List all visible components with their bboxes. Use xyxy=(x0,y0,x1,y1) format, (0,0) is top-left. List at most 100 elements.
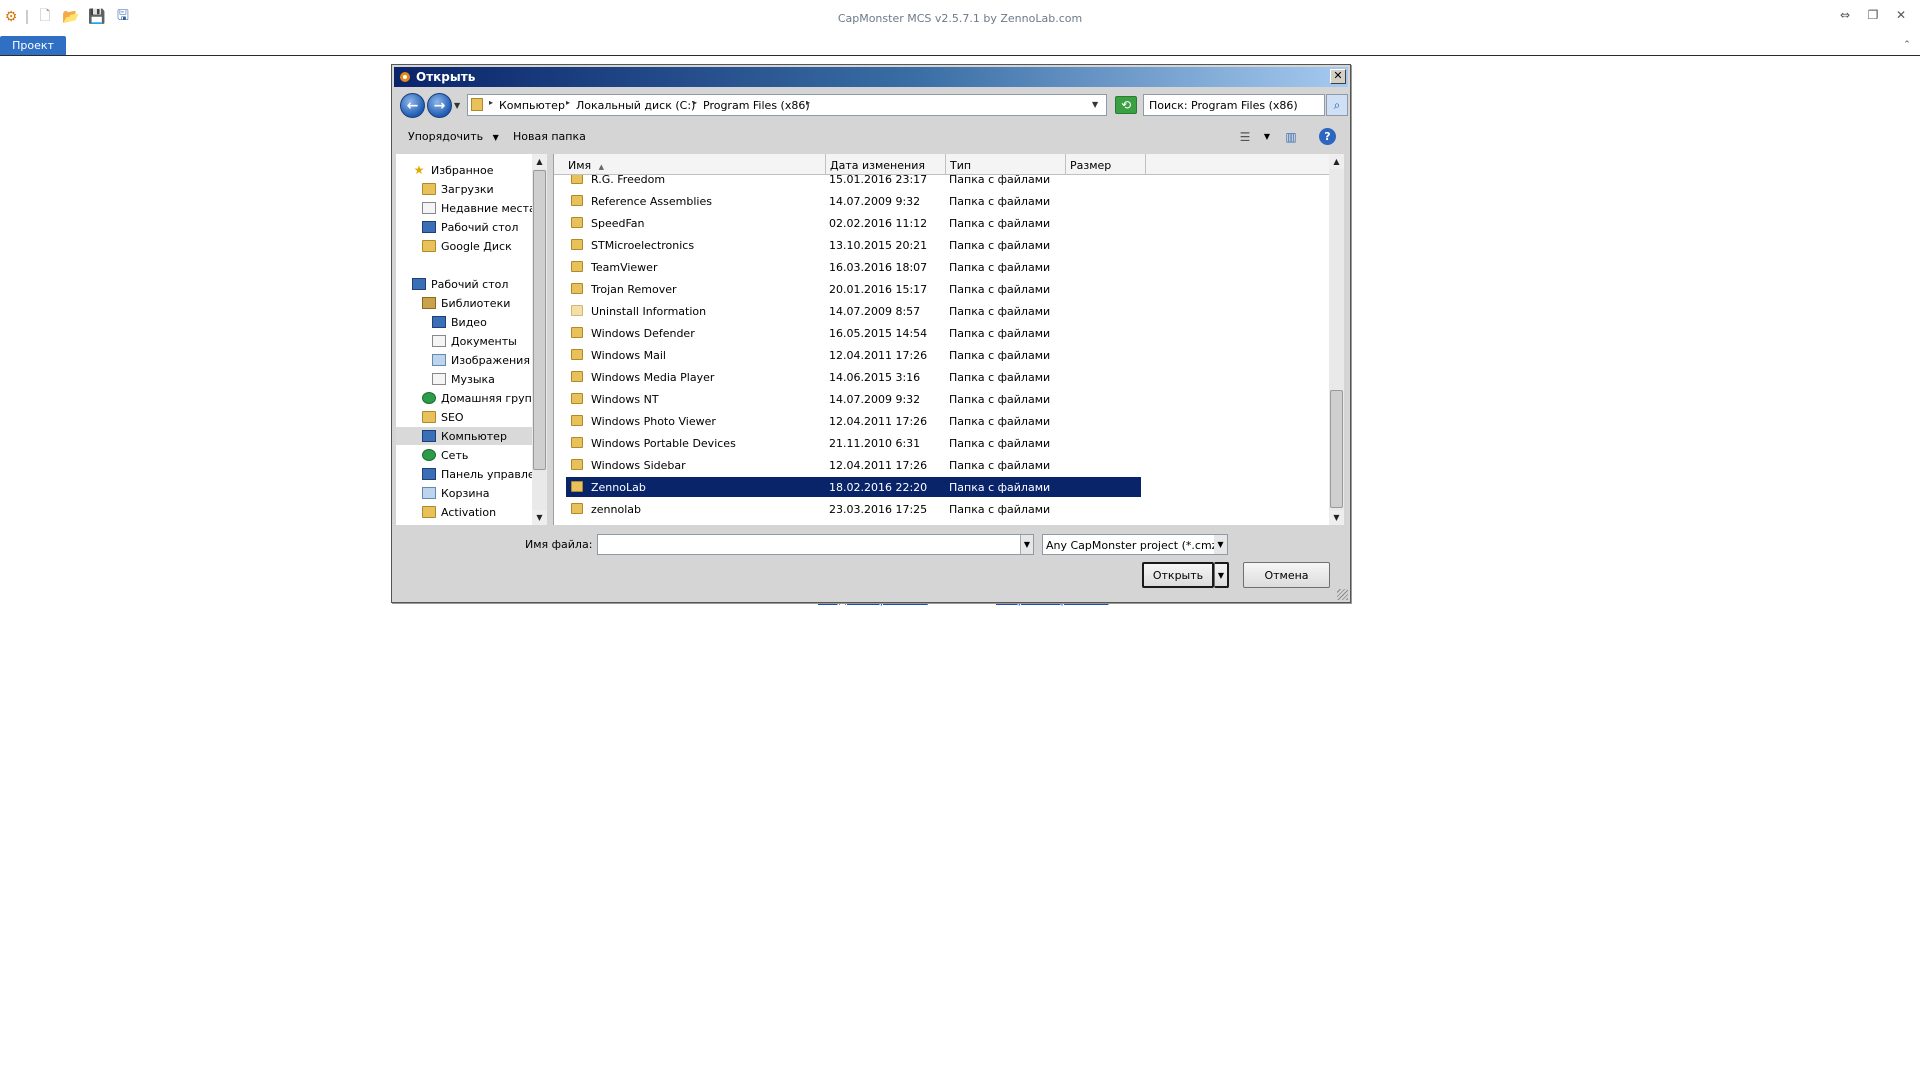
app-title: CapMonster MCS v2.5.7.1 by ZennoLab.com xyxy=(837,12,1083,25)
nav-google-drive[interactable]: Google Диск xyxy=(422,237,512,255)
minimize-icon[interactable]: ⇔ xyxy=(1836,6,1854,24)
scroll-up-icon[interactable]: ▲ xyxy=(1329,154,1344,169)
resize-grip[interactable] xyxy=(1337,589,1348,600)
history-dropdown-icon[interactable]: ▼ xyxy=(454,101,460,110)
file-type: Папка с файлами xyxy=(949,239,1051,252)
address-bar[interactable]: ▸ Компьютер ▸ Локальный диск (C:) ▸ Prog… xyxy=(467,94,1107,116)
nav-seo[interactable]: SEO xyxy=(422,408,464,426)
file-date: 13.10.2015 20:21 xyxy=(829,239,928,252)
nav-favorites[interactable]: ★ Избранное xyxy=(412,161,494,179)
file-row[interactable]: Windows Mail 12.04.2011 17:26 Папка с файл… xyxy=(566,345,1141,365)
search-icon[interactable]: ⌕ xyxy=(1326,94,1348,116)
nav-desktop[interactable]: Рабочий стол xyxy=(412,275,508,293)
file-row[interactable]: Windows NT 14.07.2009 9:32 Папка с файлами xyxy=(566,389,1141,409)
open-button[interactable]: Открыть xyxy=(1142,562,1214,588)
breadcrumb-program-files[interactable]: Program Files (x86) xyxy=(703,99,810,112)
file-row[interactable]: Reference Assemblies 14.07.2009 9:32 Папка… xyxy=(566,191,1141,211)
nav-libraries[interactable]: Библиотеки xyxy=(422,294,510,312)
nav-recent-places[interactable]: Недавние места xyxy=(422,199,532,217)
refresh-button[interactable]: ⟲ xyxy=(1115,96,1137,114)
scroll-up-icon[interactable]: ▲ xyxy=(532,154,547,169)
cancel-button[interactable]: Отмена xyxy=(1243,562,1330,588)
breadcrumb-local-disk[interactable]: Локальный диск (C:) xyxy=(576,99,695,112)
nav-label: Корзина xyxy=(441,486,490,500)
folder-icon xyxy=(571,371,583,382)
nav-network[interactable]: Сеть xyxy=(422,446,468,464)
scroll-thumb[interactable] xyxy=(533,170,546,470)
file-row[interactable]: SpeedFan 02.02.2016 11:12 Папка с файлами xyxy=(566,213,1141,233)
file-row[interactable]: Windows Media Player 14.06.2015 3:16 Папка… xyxy=(566,367,1141,387)
nav-downloads[interactable]: Загрузки xyxy=(422,180,494,198)
column-date[interactable]: Дата изменения xyxy=(826,154,946,175)
nav-control-panel[interactable]: Панель управления xyxy=(422,465,532,483)
file-date: 23.03.2016 17:25 xyxy=(829,503,928,516)
filename-input[interactable] xyxy=(597,534,1034,555)
help-icon[interactable]: ? xyxy=(1319,128,1336,145)
column-size[interactable]: Размер xyxy=(1066,154,1146,175)
file-row[interactable]: Trojan Remover 20.01.2016 15:17 Папка с фа… xyxy=(566,279,1141,299)
view-options-icon[interactable]: ☰ xyxy=(1236,128,1254,146)
scroll-thumb[interactable] xyxy=(1330,390,1343,508)
folder-icon xyxy=(571,175,583,184)
file-row[interactable]: zennolab 23.03.2016 17:25 Папка с файлами xyxy=(566,499,1141,519)
chevron-right-icon[interactable]: ▸ xyxy=(489,98,493,107)
column-type[interactable]: Тип xyxy=(946,154,1066,175)
folder-icon xyxy=(571,437,583,448)
forward-button[interactable]: → xyxy=(427,93,452,118)
organize-button[interactable]: Упорядочить ▼ xyxy=(408,130,499,143)
new-folder-button[interactable]: Новая папка xyxy=(513,130,586,143)
nav-computer[interactable]: Компьютер xyxy=(396,427,532,445)
nav-label: Сеть xyxy=(441,448,469,462)
file-row[interactable]: Uninstall Information 14.07.2009 8:57 Папк… xyxy=(566,301,1141,321)
nav-activation[interactable]: Activation xyxy=(422,503,496,521)
chevron-right-icon[interactable]: ▸ xyxy=(693,98,697,107)
collapse-ribbon-icon[interactable]: ⌃ xyxy=(1898,36,1916,54)
filename-label: Имя файла: xyxy=(525,538,593,551)
nav-scrollbar[interactable]: ▲ ▼ xyxy=(532,154,547,525)
file-type-filter[interactable]: Any CapMonster project (*.cmz xyxy=(1042,534,1228,555)
column-name[interactable]: Имя ▲ xyxy=(554,154,826,175)
nav-label: Документы xyxy=(451,334,517,348)
breadcrumb-computer[interactable]: Компьютер xyxy=(499,99,565,112)
scroll-down-icon[interactable]: ▼ xyxy=(532,510,547,525)
dialog-titlebar[interactable]: Открыть ✕ xyxy=(394,67,1348,87)
file-row[interactable]: Windows Photo Viewer 12.04.2011 17:26 Папк… xyxy=(566,411,1141,431)
nav-label: Рабочий стол xyxy=(441,220,519,234)
nav-recycle-bin[interactable]: Корзина xyxy=(422,484,489,502)
file-row[interactable]: R.G. Freedom 15.01.2016 23:17 Папка с файл… xyxy=(566,175,1141,189)
ribbon-divider xyxy=(0,55,1920,56)
open-options-dropdown[interactable]: ▼ xyxy=(1214,562,1229,588)
filter-dropdown-icon[interactable]: ▼ xyxy=(1214,535,1227,554)
chevron-right-icon[interactable]: ▸ xyxy=(806,98,810,107)
tab-project[interactable]: Проект xyxy=(0,36,66,55)
file-row[interactable]: Windows Defender 16.05.2015 14:54 Папка с … xyxy=(566,323,1141,343)
nav-music[interactable]: Музыка xyxy=(432,370,495,388)
nav-desktop-fav[interactable]: Рабочий стол xyxy=(422,218,518,236)
restore-icon[interactable]: ❐ xyxy=(1864,6,1882,24)
file-row[interactable]: Windows Portable Devices 21.11.2010 6:31 П… xyxy=(566,433,1141,453)
file-list-pane: Имя ▲ Дата изменения Тип Размер R.G. Fre… xyxy=(553,154,1344,525)
dialog-title: Открыть xyxy=(416,70,476,84)
file-name: TeamViewer xyxy=(591,261,658,274)
search-input[interactable]: Поиск: Program Files (x86) xyxy=(1143,94,1325,116)
file-row[interactable]: ZennoLab 18.02.2016 22:20 Папка с файлами xyxy=(566,477,1141,497)
file-type: Папка с файлами xyxy=(949,305,1051,318)
nav-video[interactable]: Видео xyxy=(432,313,487,331)
close-window-icon[interactable]: ✕ xyxy=(1892,6,1910,24)
preview-pane-icon[interactable]: ▥ xyxy=(1282,128,1300,146)
file-row[interactable]: TeamViewer 16.03.2016 18:07 Папка с файлам… xyxy=(566,257,1141,277)
chevron-right-icon[interactable]: ▸ xyxy=(566,98,570,107)
view-dropdown-icon[interactable]: ▼ xyxy=(1258,128,1276,146)
scroll-down-icon[interactable]: ▼ xyxy=(1329,510,1344,525)
file-row[interactable]: Windows Sidebar 12.04.2011 17:26 Папка с ф… xyxy=(566,455,1141,475)
nav-homegroup[interactable]: Домашняя группа xyxy=(422,389,532,407)
nav-documents[interactable]: Документы xyxy=(432,332,517,350)
filename-dropdown-icon[interactable]: ▼ xyxy=(1020,535,1033,554)
address-dropdown-icon[interactable]: ▼ xyxy=(1092,100,1098,109)
file-list-scrollbar[interactable]: ▲ ▼ xyxy=(1329,154,1344,525)
file-date: 14.07.2009 9:32 xyxy=(829,393,921,406)
nav-pictures[interactable]: Изображения xyxy=(432,351,530,369)
back-button[interactable]: ← xyxy=(400,93,425,118)
file-row[interactable]: STMicroelectronics 13.10.2015 20:21 Папка … xyxy=(566,235,1141,255)
dialog-close-button[interactable]: ✕ xyxy=(1330,69,1346,84)
